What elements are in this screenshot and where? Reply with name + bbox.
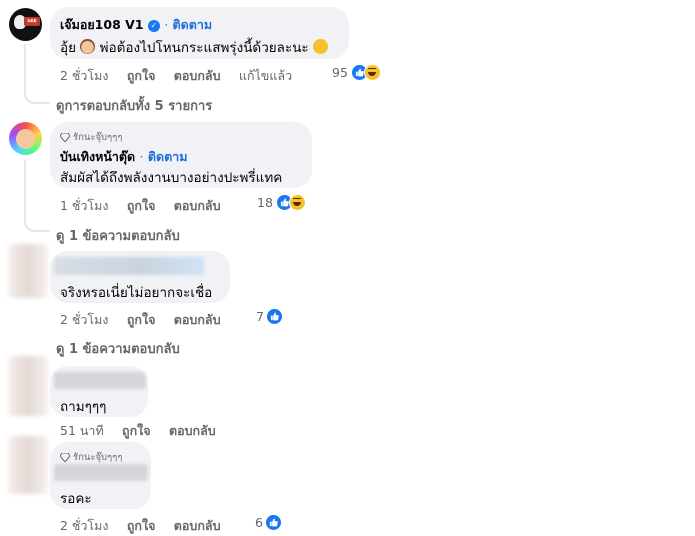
like-button[interactable]: ถูกใจ: [127, 68, 156, 83]
reply-button[interactable]: ตอบกลับ: [174, 198, 221, 213]
comment-actions: 2 ชั่วโมง ถูกใจ ตอบกลับ: [60, 516, 235, 536]
author-name-redacted: [54, 372, 146, 389]
comment-author-line: บันเทิงหน้าตุ๊ด · ติดตาม: [60, 147, 187, 167]
reaction-count: 6: [255, 515, 263, 530]
diamond-icon: [60, 453, 70, 462]
like-button[interactable]: ถูกใจ: [127, 312, 156, 327]
comment-text: สัมผัสได้ถึงพลังงานบางอย่างปะพรี่แทค: [60, 170, 283, 186]
reaction-summary[interactable]: 6: [255, 514, 282, 531]
author-name-redacted: [54, 257, 204, 275]
reaction-summary[interactable]: 7: [256, 308, 283, 325]
comment-text-prefix: อุ้ย: [60, 40, 77, 56]
thread-elbow: [24, 86, 50, 104]
comment-badge: รักนะจุ๊บๆๆๆ: [60, 130, 122, 145]
comment-text: ถามๆๆๆ: [60, 399, 107, 415]
comment-time[interactable]: 2 ชั่วโมง: [60, 68, 109, 83]
comment-actions: 2 ชั่วโมง ถูกใจ ตอบกลับ แก้ไขแล้ว: [60, 66, 306, 86]
reaction-summary[interactable]: 95: [332, 64, 381, 81]
follow-button[interactable]: ติดตาม: [173, 17, 213, 32]
face-emoji-icon: [80, 39, 96, 54]
avatar[interactable]: [8, 436, 48, 494]
comment-time[interactable]: 51 นาที: [60, 423, 104, 438]
avatar[interactable]: [8, 356, 48, 416]
like-button[interactable]: ถูกใจ: [127, 518, 156, 533]
view-replies-link[interactable]: ดู 1 ข้อความตอบกลับ: [56, 225, 180, 246]
thread-line: [24, 160, 26, 222]
comment-author[interactable]: เจ๊มอย108 V1: [60, 17, 143, 32]
comment-actions: 2 ชั่วโมง ถูกใจ ตอบกลับ: [60, 310, 235, 330]
comment-bubble: รักนะจุ๊บๆๆๆ บันเทิงหน้าตุ๊ด · ติดตาม สั…: [50, 122, 312, 188]
thumbs-up-icon: [264, 514, 282, 531]
follow-button[interactable]: ติดตาม: [148, 149, 188, 164]
comment-time[interactable]: 2 ชั่วโมง: [60, 518, 109, 533]
comment-text: รอคะ: [60, 491, 92, 507]
avatar[interactable]: [9, 122, 42, 155]
avatar-sign: มอย: [24, 17, 40, 26]
reply-button[interactable]: ตอบกลับ: [174, 68, 221, 83]
edited-label: แก้ไขแล้ว: [238, 68, 293, 83]
comment-badge: รักนะจุ๊บๆๆๆ: [60, 450, 122, 465]
separator-dot: ·: [139, 149, 144, 164]
grin-emoji-icon: [312, 39, 328, 54]
comment-bubble: เจ๊มอย108 V1 ✓ · ติดตาม อุ้ย พ่อต้องไปโห…: [50, 7, 349, 59]
verified-badge-icon: ✓: [147, 20, 160, 32]
like-button[interactable]: ถูกใจ: [127, 198, 156, 213]
comment-bubble: ถามๆๆๆ: [50, 366, 148, 417]
comment-author[interactable]: บันเทิงหน้าตุ๊ด: [60, 149, 135, 164]
reaction-count: 95: [332, 65, 348, 80]
reply-button[interactable]: ตอบกลับ: [174, 312, 221, 327]
view-replies-link[interactable]: ดูการตอบกลับทั้ง 5 รายการ: [56, 95, 212, 116]
reaction-summary[interactable]: 18: [257, 194, 306, 211]
comment-text: อุ้ย พ่อต้องไปโหนกระแสพรุ่งนี้ด้วยละนะ: [60, 36, 328, 58]
avatar[interactable]: มอย: [9, 8, 42, 41]
thumbs-up-icon: [265, 308, 283, 325]
author-name-redacted: [54, 464, 148, 481]
thread-elbow: [24, 214, 50, 232]
reply-button[interactable]: ตอบกลับ: [169, 423, 216, 438]
separator-dot: ·: [164, 17, 169, 32]
comment-text-body: พ่อต้องไปโหนกระแสพรุ่งนี้ด้วยละนะ: [99, 40, 309, 56]
badge-label: รักนะจุ๊บๆๆๆ: [73, 132, 123, 143]
badge-label: รักนะจุ๊บๆๆๆ: [73, 452, 123, 463]
view-replies-link[interactable]: ดู 1 ข้อความตอบกลับ: [56, 338, 180, 359]
like-button[interactable]: ถูกใจ: [122, 423, 151, 438]
comment-bubble: รักนะจุ๊บๆๆๆ รอคะ: [50, 442, 151, 509]
reply-button[interactable]: ตอบกลับ: [174, 518, 221, 533]
reaction-count: 7: [256, 309, 264, 324]
comment-text: จริงหรอเนี่ยไม่อยากจะเชื่อ: [60, 285, 213, 301]
reaction-count: 18: [257, 195, 273, 210]
avatar-face: [16, 129, 35, 149]
comment-time[interactable]: 2 ชั่วโมง: [60, 312, 109, 327]
haha-icon: [288, 194, 306, 211]
avatar[interactable]: [8, 244, 48, 298]
haha-icon: [363, 64, 381, 81]
diamond-icon: [60, 133, 70, 142]
comment-actions: 1 ชั่วโมง ถูกใจ ตอบกลับ: [60, 196, 235, 216]
comment-actions: 51 นาที ถูกใจ ตอบกลับ: [60, 421, 230, 441]
comment-bubble: จริงหรอเนี่ยไม่อยากจะเชื่อ: [50, 251, 230, 303]
comment-time[interactable]: 1 ชั่วโมง: [60, 198, 109, 213]
comment-author-line: เจ๊มอย108 V1 ✓ · ติดตาม: [60, 15, 212, 35]
